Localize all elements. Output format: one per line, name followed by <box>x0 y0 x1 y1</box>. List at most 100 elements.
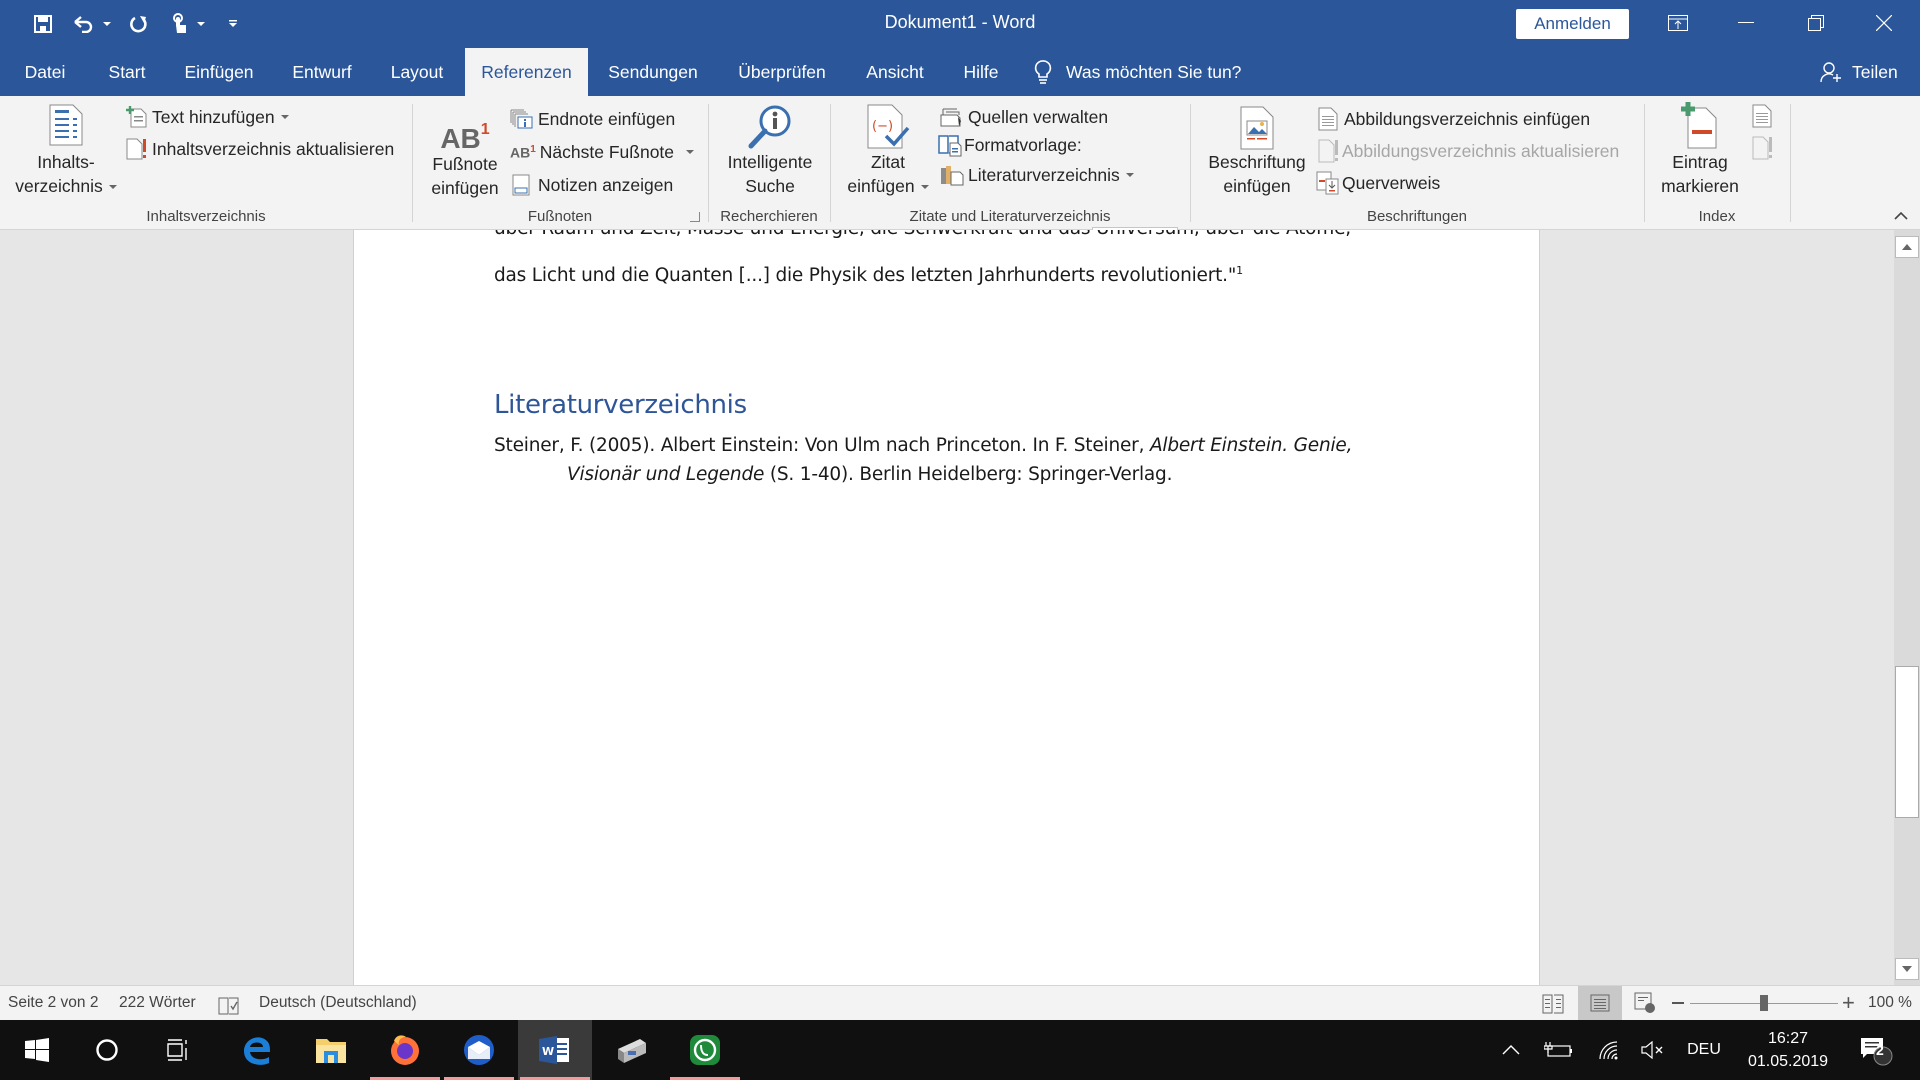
clock-date: 01.05.2019 <box>1747 1053 1829 1070</box>
language-indicator[interactable]: Deutsch (Deutschland) <box>259 986 417 1020</box>
next-footnote-label: Nächste Fußnote <box>539 141 675 162</box>
manage-sources-icon <box>940 108 961 127</box>
clock-time: 16:27 <box>1767 1030 1809 1047</box>
restore-icon <box>1808 15 1824 31</box>
redo-button[interactable] <box>126 10 152 38</box>
cortana-button[interactable] <box>70 1020 144 1080</box>
mark-entry-icon <box>1681 102 1717 149</box>
insert-endnote-button[interactable]: Endnote einfügen <box>510 106 675 132</box>
print-layout-button[interactable] <box>1578 986 1622 1020</box>
bibliography-heading: Literaturverzeichnis <box>494 390 747 420</box>
insert-footnote-button[interactable]: AB1 Fußnote einfügen <box>424 108 506 204</box>
footnote-reference[interactable]: 1 <box>1236 264 1243 277</box>
endnote-icon <box>510 109 533 129</box>
touch-mode-dropdown[interactable] <box>194 10 208 38</box>
show-notes-button[interactable]: Notizen anzeigen <box>512 172 673 198</box>
customize-qat-button[interactable] <box>224 10 242 38</box>
update-table-of-figures-button[interactable]: Abbildungsverzeichnis aktualisieren <box>1318 138 1619 164</box>
update-toc-button[interactable]: Inhaltsverzeichnis aktualisieren <box>126 136 394 162</box>
scrollbar-thumb[interactable] <box>1895 666 1919 818</box>
smart-lookup-label-line1: Intelligente <box>727 152 813 172</box>
ribbon-display-options-button[interactable] <box>1648 0 1708 46</box>
sign-in-button[interactable]: Anmelden <box>1516 9 1629 39</box>
touch-mode-button[interactable] <box>168 10 192 38</box>
table-of-contents-button[interactable]: Inhalts- verzeichnis <box>10 104 122 204</box>
tab-ueberpruefen[interactable]: Überprüfen <box>728 48 836 96</box>
manage-sources-button[interactable]: Quellen verwalten <box>940 104 1108 130</box>
zoom-slider-thumb[interactable] <box>1760 995 1768 1011</box>
tab-layout[interactable]: Layout <box>382 48 452 96</box>
save-button[interactable] <box>28 10 58 38</box>
share-button[interactable]: Teilen <box>1820 48 1898 96</box>
document-page[interactable]: über Raum und Zeit, Masse und Energie, d… <box>353 230 1540 985</box>
tab-sendungen[interactable]: Sendungen <box>600 48 706 96</box>
tell-me-search[interactable]: Was möchten Sie tun? <box>1034 48 1241 96</box>
zoom-level[interactable]: 100 % <box>1868 986 1912 1020</box>
bibliography-button[interactable]: Literaturverzeichnis <box>940 162 1134 188</box>
task-view-button[interactable] <box>142 1020 216 1080</box>
input-language-indicator[interactable]: DEU <box>1684 1020 1724 1080</box>
clock[interactable]: 16:27 01.05.2019 <box>1736 1020 1840 1080</box>
minimize-button[interactable] <box>1716 0 1776 46</box>
scroll-down-button[interactable] <box>1895 958 1919 980</box>
action-center-button[interactable]: 2 <box>1854 1020 1898 1080</box>
battery-button[interactable] <box>1540 1020 1576 1080</box>
mark-entry-button[interactable]: Eintrag markieren <box>1650 102 1750 204</box>
share-label: Teilen <box>1852 61 1898 82</box>
tab-ansicht[interactable]: Ansicht <box>858 48 932 96</box>
minimize-icon <box>1738 22 1754 23</box>
insert-caption-button[interactable]: Beschriftung einfügen <box>1200 104 1314 204</box>
tab-datei[interactable]: Datei <box>12 48 78 96</box>
tab-einfuegen[interactable]: Einfügen <box>176 48 262 96</box>
tab-referenzen[interactable]: Referenzen <box>465 48 588 96</box>
taskbar-thunderbird[interactable] <box>442 1020 516 1080</box>
footnotes-dialog-launcher[interactable] <box>690 212 700 222</box>
touch-mode-icon <box>173 13 186 33</box>
insert-table-of-figures-button[interactable]: Abbildungsverzeichnis einfügen <box>1318 106 1590 132</box>
zoom-in-button[interactable]: + <box>1842 986 1855 1020</box>
show-notes-label: Notizen anzeigen <box>538 174 674 195</box>
ribbon-display-options-icon <box>1668 15 1688 31</box>
update-index-button[interactable] <box>1752 136 1774 165</box>
group-separator <box>708 104 709 222</box>
vertical-scrollbar[interactable] <box>1894 230 1920 985</box>
zoom-out-button[interactable] <box>1672 1002 1684 1004</box>
volume-button[interactable] <box>1636 1020 1670 1080</box>
show-hidden-icons-button[interactable] <box>1496 1020 1526 1080</box>
proofing-book-icon <box>218 997 239 1015</box>
collapse-ribbon-button[interactable] <box>1894 208 1908 222</box>
tab-start[interactable]: Start <box>100 48 154 96</box>
taskbar-firefox[interactable] <box>368 1020 442 1080</box>
update-toc-label: Inhaltsverzeichnis aktualisieren <box>152 138 395 159</box>
cross-reference-label: Querverweis <box>1342 172 1441 193</box>
insert-index-button[interactable] <box>1752 104 1772 133</box>
scroll-up-button[interactable] <box>1895 236 1919 258</box>
undo-button[interactable] <box>70 10 96 38</box>
page-count[interactable]: Seite 2 von 2 <box>8 986 98 1020</box>
taskbar-fax-scanner[interactable] <box>594 1020 668 1080</box>
chevron-down-icon <box>686 150 695 154</box>
tab-hilfe[interactable]: Hilfe <box>954 48 1008 96</box>
caption-label-line1: Beschriftung <box>1208 152 1306 172</box>
share-person-icon <box>1820 62 1841 83</box>
cross-reference-button[interactable]: Querverweis <box>1316 170 1440 196</box>
taskbar-file-explorer[interactable] <box>294 1020 368 1080</box>
word-count[interactable]: 222 Wörter <box>119 986 196 1020</box>
group-label-research: Recherchieren <box>720 208 818 225</box>
taskbar-edge[interactable] <box>220 1020 294 1080</box>
taskbar-word[interactable]: W <box>518 1020 592 1080</box>
close-button[interactable] <box>1854 0 1914 46</box>
smart-lookup-button[interactable]: Intelligente Suche <box>718 104 822 204</box>
start-button[interactable] <box>0 1020 74 1080</box>
insert-citation-button[interactable]: (−) Zitat einfügen <box>838 104 938 204</box>
group-label-toc: Inhaltsverzeichnis <box>146 208 266 225</box>
restore-button[interactable] <box>1786 0 1846 46</box>
tab-entwurf[interactable]: Entwurf <box>284 48 360 96</box>
taskbar-evernote[interactable] <box>668 1020 742 1080</box>
ribbon-referenzen: Inhalts- verzeichnis Text hinzufügen Inh… <box>0 96 1920 257</box>
network-button[interactable] <box>1592 1020 1626 1080</box>
next-footnote-button[interactable]: AB1 Nächste Fußnote <box>510 139 695 165</box>
undo-dropdown[interactable] <box>100 10 114 38</box>
bib-book-title-cont: Visionär und Legende <box>567 464 765 485</box>
add-text-button[interactable]: Text hinzufügen <box>126 104 289 130</box>
